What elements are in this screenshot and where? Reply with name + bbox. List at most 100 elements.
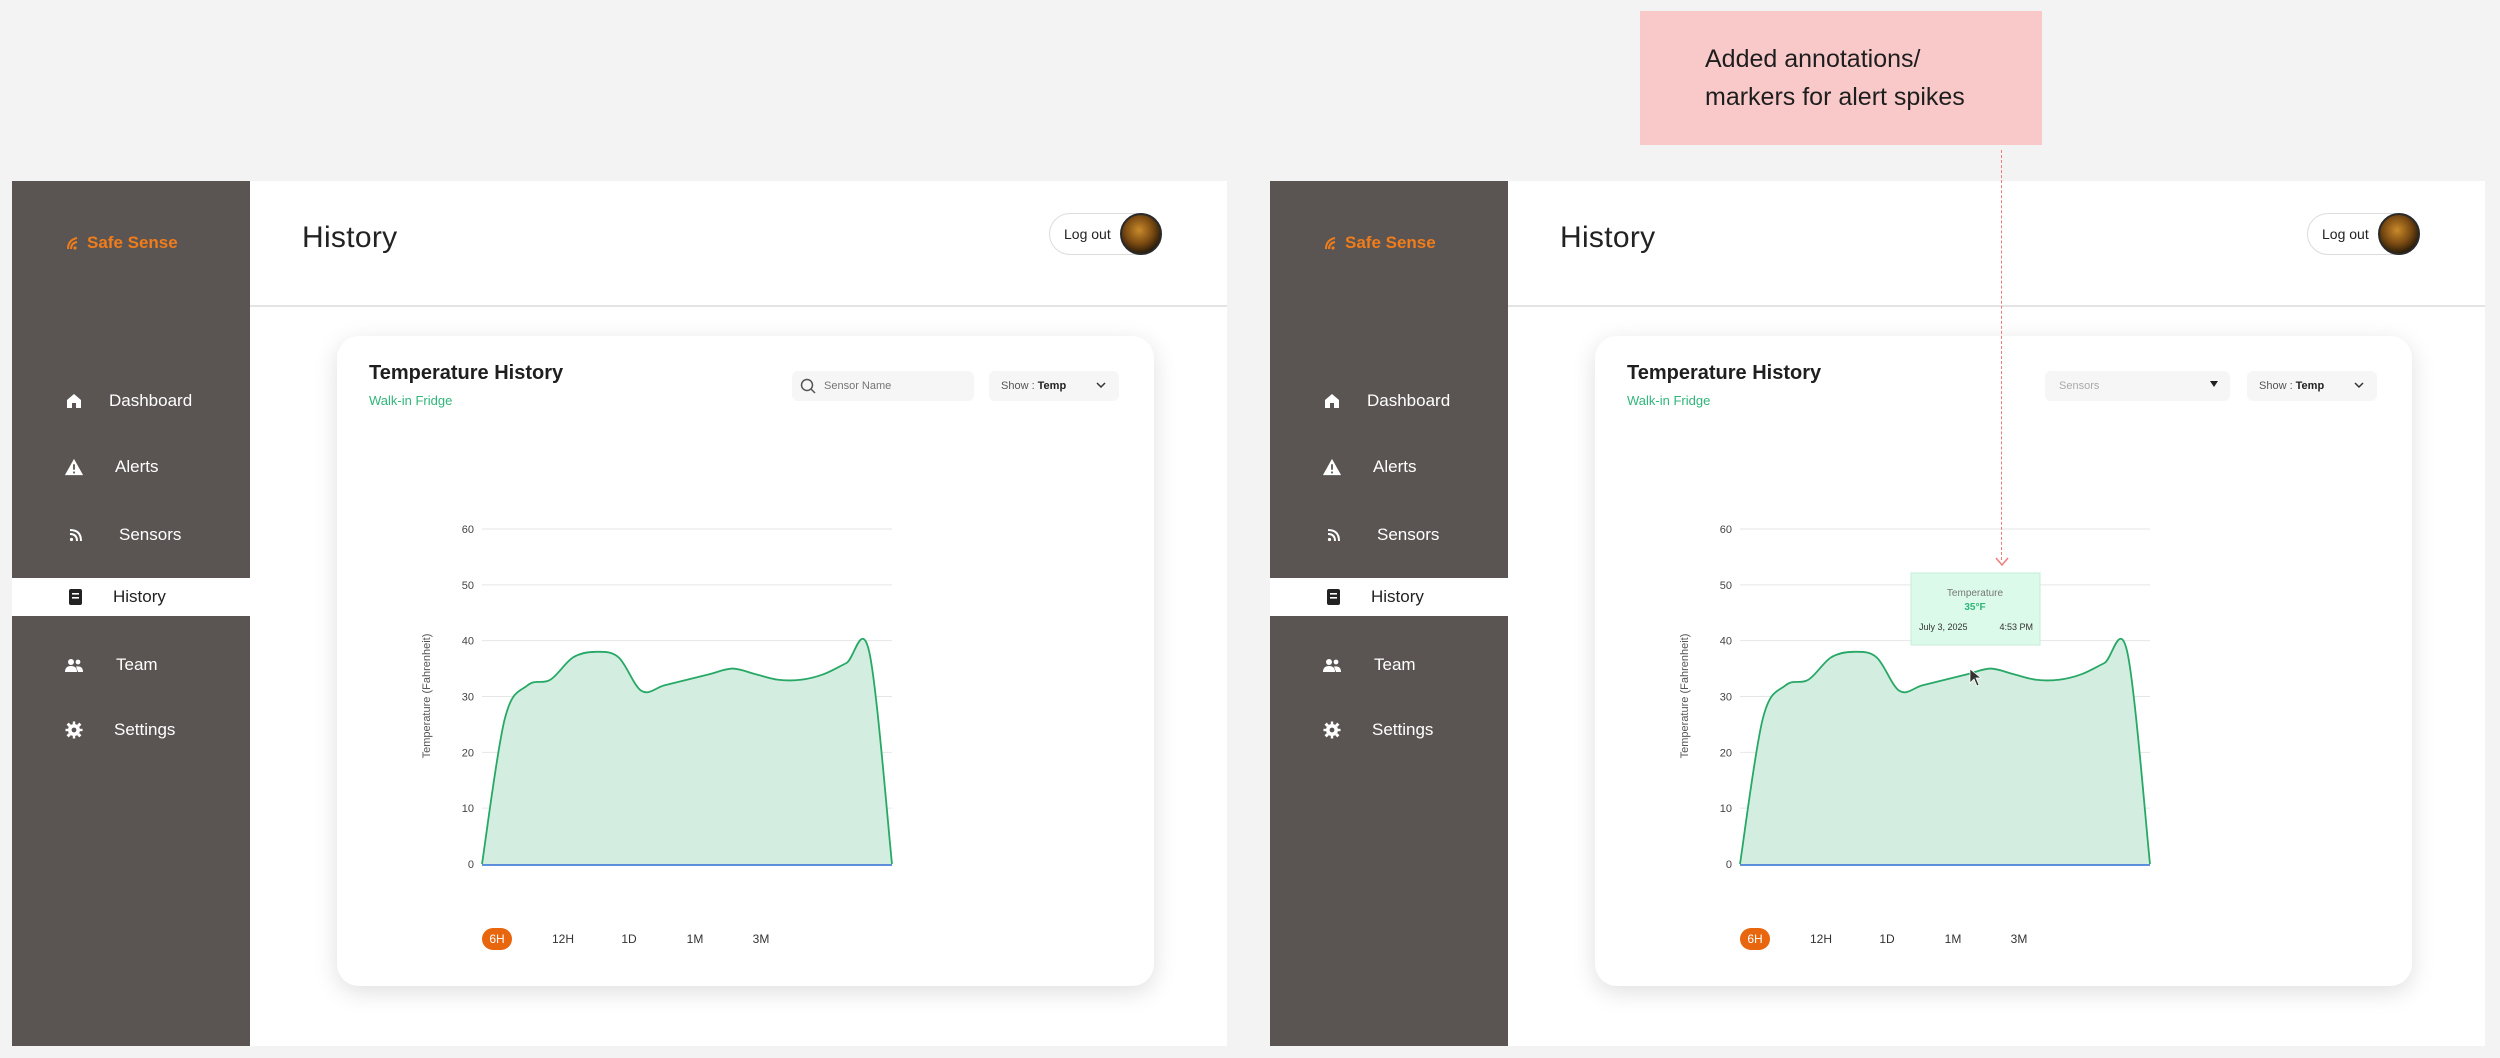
history-icon xyxy=(66,587,86,607)
team-icon xyxy=(1322,655,1342,675)
range-button-3m[interactable]: 3M xyxy=(2004,928,2034,950)
warning-icon xyxy=(64,457,84,477)
temperature-history-card: Temperature History Walk-in Fridge Senso… xyxy=(1595,336,2412,986)
header: History Log out xyxy=(1508,181,2485,307)
temperature-chart: 0 10 20 30 40 50 60 Temperature (Fahrenheit) xyxy=(421,524,893,871)
logout-button[interactable]: Log out xyxy=(2307,213,2420,255)
sidebar-item-label: Alerts xyxy=(115,457,159,476)
annotation-line-2: markers for alert spikes xyxy=(1705,83,1965,111)
sidebar-item-alerts[interactable]: Alerts xyxy=(12,448,250,486)
sidebar-item-label: Alerts xyxy=(1373,457,1417,476)
brand-logo[interactable]: Safe Sense xyxy=(1325,233,1436,253)
sidebar-item-settings[interactable]: Settings xyxy=(1270,711,1508,749)
sidebar-item-dashboard[interactable]: Dashboard xyxy=(12,382,250,420)
sidebar-item-team[interactable]: Team xyxy=(1270,646,1508,684)
sidebar-item-label: Team xyxy=(116,655,158,674)
sidebar-item-sensors[interactable]: Sensors xyxy=(12,516,250,554)
sidebar-item-history[interactable]: History xyxy=(12,578,250,616)
tooltip-title: Temperature xyxy=(1947,588,2004,599)
range-button-12h[interactable]: 12H xyxy=(548,928,578,950)
logout-label: Log out xyxy=(2322,226,2369,242)
range-button-1m[interactable]: 1M xyxy=(680,928,710,950)
history-screen-before: Safe Sense Dashboard Alerts Sensors History… xyxy=(12,181,1227,1046)
range-button-6h[interactable]: 6H xyxy=(1740,928,1770,950)
logout-button[interactable]: Log out xyxy=(1049,213,1162,255)
brand-logo[interactable]: Safe Sense xyxy=(67,233,178,253)
tooltip-date: July 3, 2025 xyxy=(1919,622,1968,632)
y-axis-label: Temperature (Fahrenheit) xyxy=(1679,634,1691,759)
range-button-1d[interactable]: 1D xyxy=(614,928,644,950)
y-tick-label: 60 xyxy=(1720,524,1732,536)
y-tick-label: 30 xyxy=(462,692,474,704)
y-tick-label: 50 xyxy=(462,580,474,592)
sidebar-item-label: Team xyxy=(1374,655,1416,674)
sidebar-item-label: Sensors xyxy=(1377,525,1440,544)
page-title: History xyxy=(302,221,398,254)
sidebar-item-sensors[interactable]: Sensors xyxy=(1270,516,1508,554)
sidebar-item-label: Dashboard xyxy=(109,391,193,410)
y-tick-label: 50 xyxy=(1720,580,1732,592)
sidebar: Safe Sense Dashboard Alerts Sensors History… xyxy=(1270,181,1508,1046)
brand-name: Safe Sense xyxy=(1345,233,1436,252)
tooltip-time: 4:53 PM xyxy=(1999,622,2033,632)
page-title: History xyxy=(1560,221,1656,254)
warning-icon xyxy=(1322,457,1342,477)
logout-label: Log out xyxy=(1064,226,1111,242)
home-icon xyxy=(64,391,84,411)
sidebar-item-team[interactable]: Team xyxy=(12,646,250,684)
annotation-note: Added annotations/ markers for alert spi… xyxy=(1640,11,2042,145)
chart-tooltip: Temperature 35°F July 3, 2025 4:53 PM xyxy=(1910,572,2041,646)
area-fill xyxy=(482,638,892,864)
annotation-line-1: Added annotations/ xyxy=(1705,45,1921,73)
sidebar-item-label: Sensors xyxy=(119,525,182,544)
sidebar-item-label: Settings xyxy=(1372,720,1434,739)
signal-icon xyxy=(66,525,86,545)
sidebar-item-dashboard[interactable]: Dashboard xyxy=(1270,382,1508,420)
home-icon xyxy=(1322,391,1342,411)
sidebar-item-label: Settings xyxy=(114,720,176,739)
range-button-12h[interactable]: 12H xyxy=(1806,928,1836,950)
annotation-arrow-icon xyxy=(1995,557,2009,567)
logo-signal-icon xyxy=(1325,237,1336,250)
y-tick-label: 30 xyxy=(1720,692,1732,704)
y-tick-label: 40 xyxy=(462,636,474,648)
sidebar: Safe Sense Dashboard Alerts Sensors History… xyxy=(12,181,250,1046)
avatar[interactable] xyxy=(2378,213,2420,255)
history-screen-after: Safe Sense Dashboard Alerts Sensors History… xyxy=(1270,181,2485,1046)
y-tick-label: 40 xyxy=(1720,636,1732,648)
avatar[interactable] xyxy=(1120,213,1162,255)
sidebar-item-alerts[interactable]: Alerts xyxy=(1270,448,1508,486)
range-button-1d[interactable]: 1D xyxy=(1872,928,1902,950)
temperature-chart: 0 10 20 30 40 50 60 Temperature (Fahrenheit) Tem… xyxy=(1679,524,2151,871)
sidebar-item-label: History xyxy=(113,587,166,606)
y-tick-label: 10 xyxy=(462,803,474,815)
y-tick-label: 60 xyxy=(462,524,474,536)
team-icon xyxy=(64,655,84,675)
y-tick-label: 20 xyxy=(1720,747,1732,759)
gear-icon xyxy=(1322,720,1342,740)
y-axis-label: Temperature (Fahrenheit) xyxy=(421,634,433,759)
sidebar-item-label: History xyxy=(1371,587,1424,606)
sidebar-item-settings[interactable]: Settings xyxy=(12,711,250,749)
y-tick-label: 20 xyxy=(462,747,474,759)
y-tick-label: 0 xyxy=(468,859,474,871)
gear-icon xyxy=(64,720,84,740)
range-button-1m[interactable]: 1M xyxy=(1938,928,1968,950)
tooltip-value: 35°F xyxy=(1964,602,1985,613)
area-fill xyxy=(1740,638,2150,864)
header: History Log out xyxy=(250,181,1227,307)
logo-signal-icon xyxy=(67,237,78,250)
temperature-history-card: Temperature History Walk-in Fridge Show … xyxy=(337,336,1154,986)
range-button-3m[interactable]: 3M xyxy=(746,928,776,950)
sidebar-item-history[interactable]: History xyxy=(1270,578,1508,616)
time-range-selector: 6H 12H 1D 1M 3M xyxy=(482,928,812,950)
y-tick-label: 10 xyxy=(1720,803,1732,815)
sidebar-item-label: Dashboard xyxy=(1367,391,1451,410)
history-icon xyxy=(1324,587,1344,607)
brand-name: Safe Sense xyxy=(87,233,178,252)
signal-icon xyxy=(1324,525,1344,545)
annotation-connector xyxy=(2001,150,2002,560)
range-button-6h[interactable]: 6H xyxy=(482,928,512,950)
time-range-selector: 6H 12H 1D 1M 3M xyxy=(1740,928,2070,950)
y-tick-label: 0 xyxy=(1726,859,1732,871)
